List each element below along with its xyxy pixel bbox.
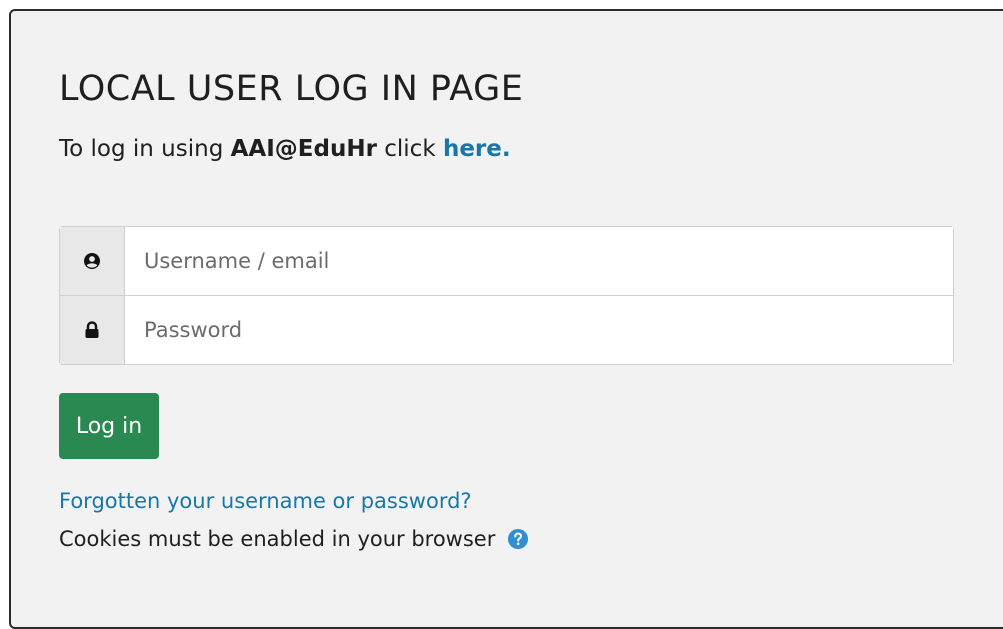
subtitle-middle: click — [376, 136, 443, 162]
login-panel: LOCAL USER LOG IN PAGE To log in using A… — [9, 9, 1003, 629]
login-option-text: To log in using AAI@EduHr click here. — [59, 136, 511, 162]
page-title: LOCAL USER LOG IN PAGE — [59, 69, 524, 109]
lock-icon — [60, 296, 125, 364]
password-row — [59, 295, 954, 365]
cookies-text: Cookies must be enabled in your browser — [59, 527, 496, 551]
aai-login-link[interactable]: here. — [443, 136, 511, 162]
subtitle-prefix: To log in using — [59, 136, 231, 162]
aai-label: AAI@EduHr — [230, 136, 377, 162]
username-row — [59, 226, 954, 296]
cookies-notice: Cookies must be enabled in your browser — [59, 527, 529, 551]
password-input[interactable] — [125, 296, 953, 364]
user-icon — [60, 227, 125, 295]
login-button[interactable]: Log in — [59, 393, 159, 459]
help-icon[interactable] — [507, 528, 529, 550]
username-input[interactable] — [125, 227, 953, 295]
forgot-password-link[interactable]: Forgotten your username or password? — [59, 489, 472, 513]
